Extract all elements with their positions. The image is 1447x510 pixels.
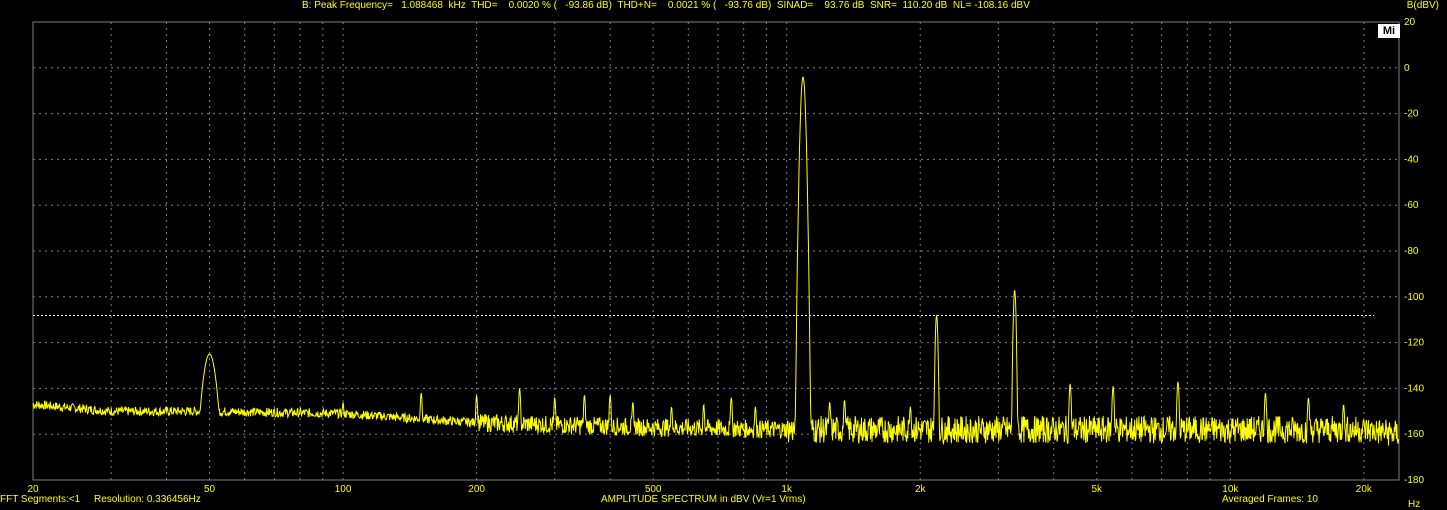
x-tick-label: 5k bbox=[1092, 484, 1104, 495]
spectrum-trace bbox=[32, 75, 1400, 446]
y-tick-label: -160 bbox=[1404, 429, 1424, 440]
x-tick-label: 20k bbox=[1356, 484, 1373, 495]
x-axis-unit: Hz bbox=[1408, 499, 1421, 510]
y-tick-label: -100 bbox=[1404, 292, 1424, 303]
x-tick-label: 200 bbox=[468, 484, 485, 495]
spectrum-chart[interactable]: 200 -20 -40 -60 -80 -100 -120 -140 -160 -180 20 50… bbox=[0, 0, 1447, 510]
y-tick-label: -20 bbox=[1404, 109, 1419, 120]
x-tick-label: 50 bbox=[204, 484, 216, 495]
mi-logo-badge: Mi bbox=[1378, 24, 1400, 38]
fft-resolution-info: FFT Segments:<1 Resolution: 0.336456Hz bbox=[0, 494, 201, 505]
y-tick-label: -40 bbox=[1404, 154, 1419, 165]
chart-title: AMPLITUDE SPECTRUM in dBV (Vr=1 Vrms) bbox=[601, 494, 806, 505]
y-tick-label: -120 bbox=[1404, 338, 1424, 349]
y-tick-label: -60 bbox=[1404, 200, 1419, 211]
y-tick-label: 20 bbox=[1404, 17, 1416, 28]
x-tick-label: 2k bbox=[915, 484, 927, 495]
y-tick-labels: 20 0 -20 -40 -60 -80 -100 -120 -140 -160 -180 bbox=[1404, 17, 1424, 486]
averaged-frames: Averaged Frames: 10 bbox=[1222, 494, 1318, 505]
y-tick-label: -80 bbox=[1404, 246, 1419, 257]
y-tick-label: -140 bbox=[1404, 383, 1424, 394]
x-tick-label: 100 bbox=[335, 484, 352, 495]
y-tick-label: 0 bbox=[1404, 63, 1410, 74]
y-tick-label: -180 bbox=[1404, 475, 1424, 486]
